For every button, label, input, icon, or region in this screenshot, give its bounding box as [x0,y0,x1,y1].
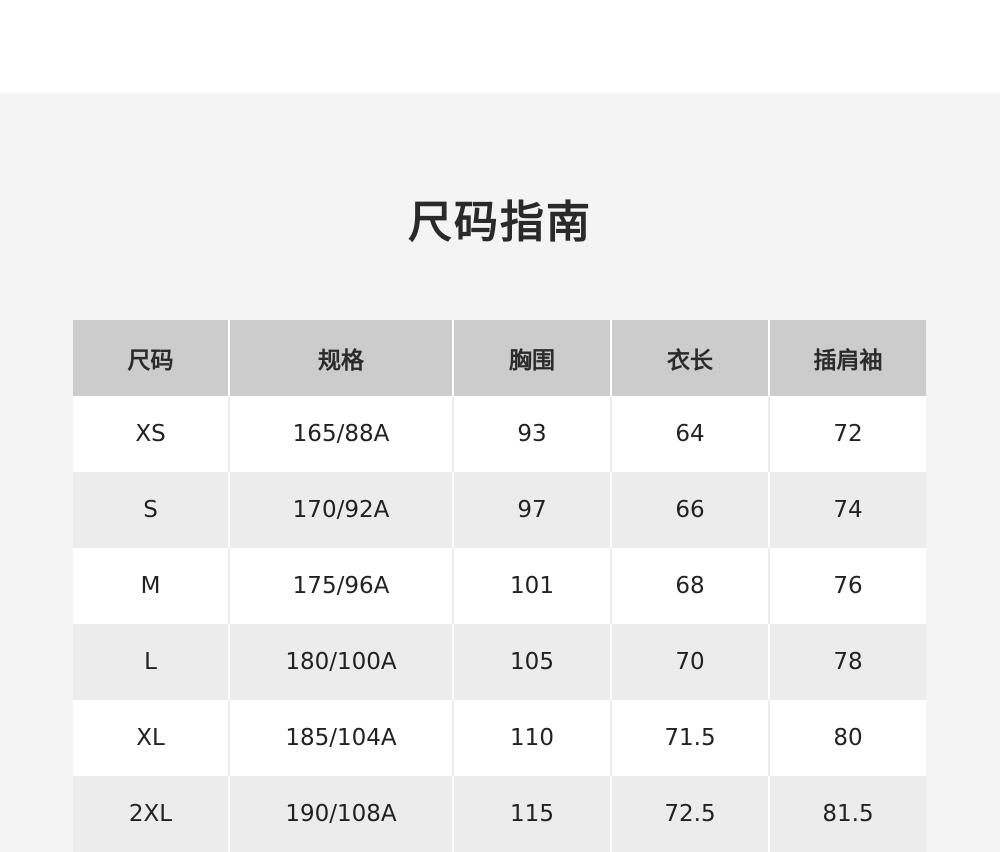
cell-sleeve: 80 [768,700,926,776]
cell-chest: 115 [452,776,611,852]
cell-chest: 105 [452,624,611,700]
cell-spec: 170/92A [228,472,453,548]
cell-size: M [73,548,229,624]
cell-length: 70 [610,624,769,700]
cell-chest: 101 [452,548,611,624]
cell-sleeve: 78 [768,624,926,700]
cell-spec: 185/104A [228,700,453,776]
table-row: 2XL 190/108A 115 72.5 81.5 [73,776,926,852]
cell-length: 66 [610,472,769,548]
table-row: XL 185/104A 110 71.5 80 [73,700,926,776]
header-sleeve: 插肩袖 [768,320,926,396]
table-row: XS 165/88A 93 64 72 [73,396,926,472]
header-size: 尺码 [73,320,229,396]
cell-size: XS [73,396,229,472]
table-row: S 170/92A 97 66 74 [73,472,926,548]
cell-chest: 97 [452,472,611,548]
cell-spec: 165/88A [228,396,453,472]
cell-size: L [73,624,229,700]
cell-length: 71.5 [610,700,769,776]
page-title: 尺码指南 [408,197,592,248]
table-row: M 175/96A 101 68 76 [73,548,926,624]
size-chart-table: 尺码 规格 胸围 衣长 插肩袖 XS 165/88A 93 64 72 S 17… [73,320,926,852]
cell-sleeve: 74 [768,472,926,548]
cell-length: 64 [610,396,769,472]
top-white-band [0,0,1000,93]
cell-spec: 175/96A [228,548,453,624]
cell-chest: 93 [452,396,611,472]
cell-spec: 190/108A [228,776,453,852]
cell-sleeve: 81.5 [768,776,926,852]
header-length: 衣长 [610,320,769,396]
table-row: L 180/100A 105 70 78 [73,624,926,700]
cell-size: XL [73,700,229,776]
header-spec: 规格 [228,320,453,396]
cell-length: 72.5 [610,776,769,852]
cell-size: S [73,472,229,548]
cell-sleeve: 72 [768,396,926,472]
cell-chest: 110 [452,700,611,776]
table-header-row: 尺码 规格 胸围 衣长 插肩袖 [73,320,926,396]
cell-sleeve: 76 [768,548,926,624]
cell-length: 68 [610,548,769,624]
cell-spec: 180/100A [228,624,453,700]
cell-size: 2XL [73,776,229,852]
header-chest: 胸围 [452,320,611,396]
